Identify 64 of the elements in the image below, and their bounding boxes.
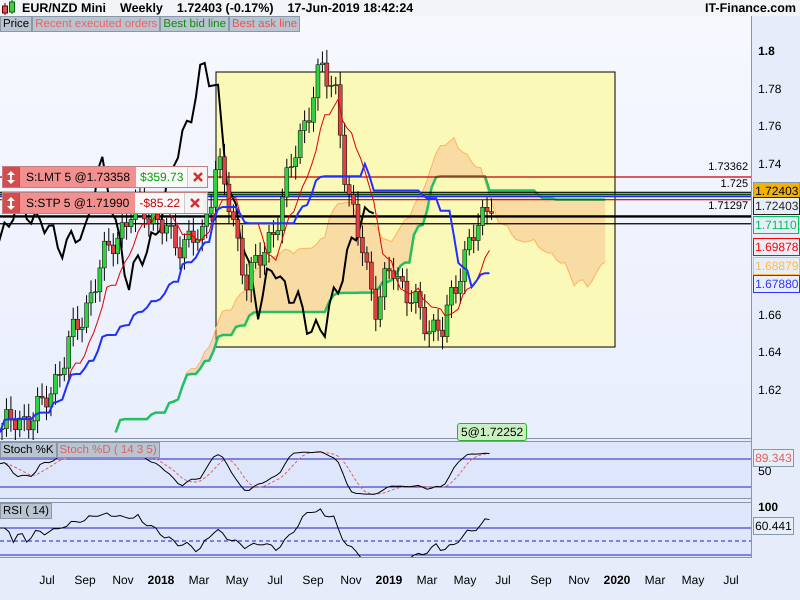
level-label: 1.73362 [708,161,748,174]
order-label: S:STP 5 @1.71990 [19,193,136,213]
timestamp: 17-Jun-2019 18:42:24 [287,1,414,15]
axis-label: 1.62 [758,383,782,398]
up-down-arrow-icon [7,196,15,210]
drag-handle[interactable] [3,193,19,213]
price-tag: 1.72403 [753,197,800,216]
indicator-value: 60.441 [753,517,794,535]
position-badge: 5@1.72252 [457,423,528,441]
instrument-name: EUR/NZD Mini [22,1,106,15]
indicator-tag[interactable]: Stoch %K [0,442,56,458]
time-axis-label: Sep [530,573,552,587]
level-label: 1.71297 [708,200,748,212]
time-axis-label: Jul [267,573,283,587]
time-axis-label: Mar [188,573,210,587]
price-tag: 1.69878 [753,238,800,256]
drag-handle[interactable] [3,167,19,187]
period-label: Weekly [120,1,163,15]
time-axis-label: Nov [112,573,134,587]
price-tag: 1.68879 [753,256,800,275]
time-axis-label: Jul [723,573,739,587]
close-icon [190,198,200,208]
time-axis-label: Nov [568,573,590,587]
close-button[interactable] [184,193,204,213]
time-axis-label: 2018 [148,573,174,587]
axis-label: 50 [758,464,772,478]
time-axis-label: 2020 [604,573,630,587]
axis-label: 1.66 [758,308,782,322]
candlestick-icon [2,0,16,16]
time-axis-label: Mar [416,573,438,587]
price-change: 1.72403 (-0.17%) [176,1,274,15]
up-down-arrow-icon [7,170,15,184]
time-axis-label: Sep [302,573,324,587]
axis-label: 1.8 [758,44,775,58]
legend-tab[interactable]: Price [0,16,32,32]
axis-label: 1.74 [758,157,782,171]
level-label: 1.725 [720,178,748,190]
axis-label: 1.64 [758,345,782,360]
time-axis-label: Jul [495,573,511,587]
close-button[interactable] [187,167,208,187]
time-axis-label: Mar [644,573,666,587]
time-axis-label: May [682,573,704,587]
indicator-tag[interactable]: Stoch %D ( 14 3 5) [56,442,160,458]
time-axis-label: 2019 [376,573,402,587]
time-axis-label: May [454,573,476,587]
price-tag: 1.71110 [753,216,799,234]
axis-label: 1.78 [758,82,782,96]
price-tag: 1.67880 [753,275,800,294]
order-label: S:LMT 5 @1.73358 [19,167,136,187]
legend-tab[interactable]: Best ask line [228,16,300,32]
indicator-tag[interactable]: RSI ( 14) [0,503,52,520]
legend-tab[interactable]: Best bid line [160,16,229,32]
time-axis-label: Jul [39,573,55,587]
time-axis-label: Sep [74,573,96,587]
axis-label: 1.76 [758,119,782,134]
indicator-value: 89.343 [753,449,794,467]
close-icon [192,172,203,182]
legend-tab[interactable]: Recent executed orders [32,16,160,32]
brand-name: IT-Finance.com [705,1,796,15]
profit-loss-value: -$85.22 [135,193,184,213]
axis-label: 100 [758,500,778,514]
profit-loss-value: $359.73 [136,167,188,187]
time-axis-label: Nov [340,573,362,587]
time-axis-label: May [226,573,248,587]
